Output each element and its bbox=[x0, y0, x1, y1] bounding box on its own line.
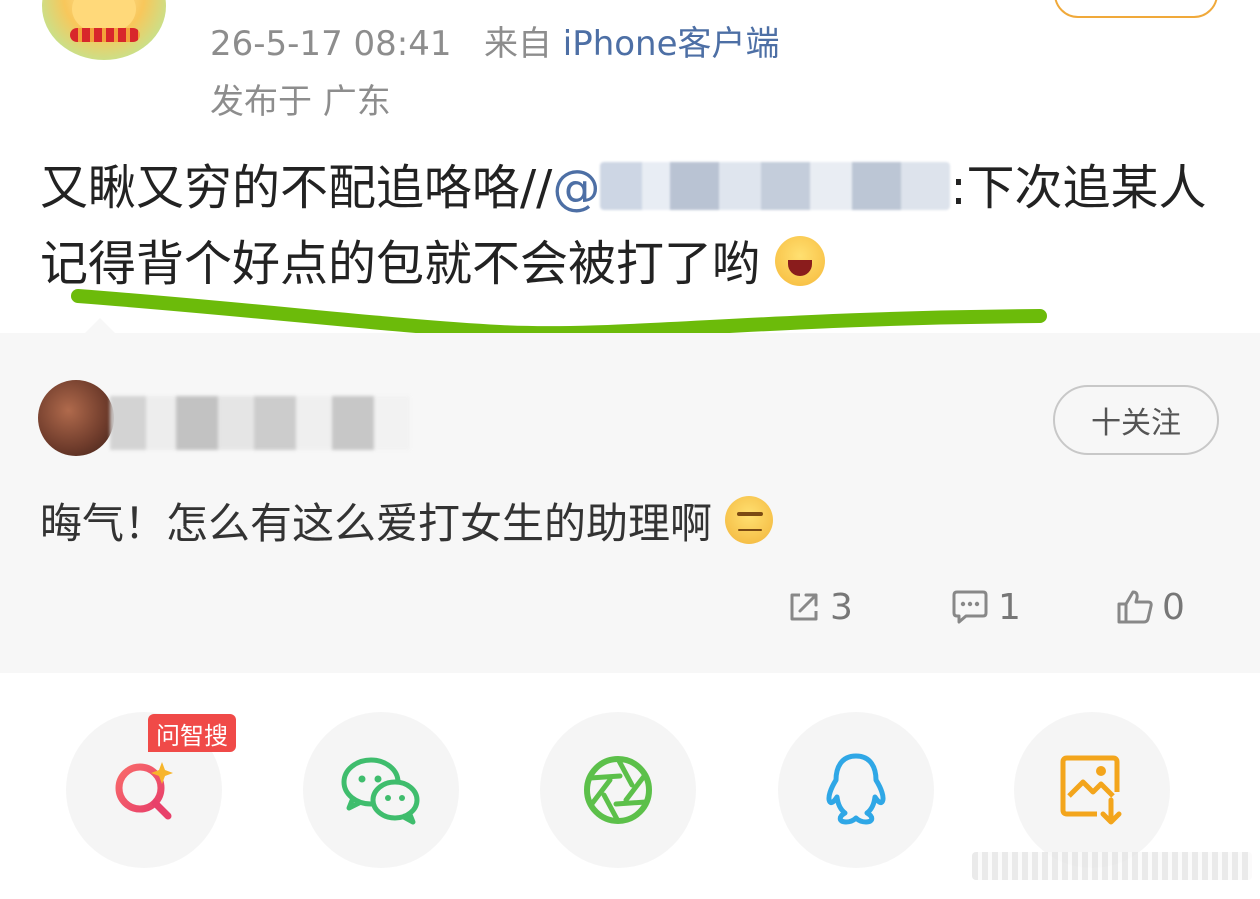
repost-stat[interactable]: 3 bbox=[786, 585, 853, 629]
card-notch bbox=[84, 318, 116, 334]
blurred-username bbox=[600, 162, 951, 210]
watermark bbox=[972, 852, 1252, 880]
save-image-icon bbox=[1060, 755, 1122, 825]
comment-count: 1 bbox=[998, 586, 1021, 628]
qq-share-button[interactable] bbox=[778, 712, 934, 868]
blurred-commenter-name[interactable] bbox=[110, 396, 410, 450]
mention-link[interactable]: @ bbox=[552, 160, 951, 216]
mention-at: @ bbox=[552, 160, 601, 216]
author-avatar[interactable] bbox=[42, 0, 166, 60]
post-location: 发布于 广东 bbox=[210, 82, 391, 122]
thumbs-up-icon bbox=[1117, 590, 1153, 624]
repost-count: 3 bbox=[830, 586, 853, 628]
wechat-icon bbox=[341, 757, 420, 825]
moments-share-button[interactable] bbox=[540, 712, 696, 868]
commenter-avatar[interactable] bbox=[38, 380, 114, 456]
like-count: 0 bbox=[1162, 586, 1185, 628]
comment-stat[interactable]: 1 bbox=[950, 585, 1021, 629]
qq-penguin-icon bbox=[826, 753, 886, 825]
repost-icon bbox=[790, 593, 818, 621]
post-meta: 26-5-17 08:41 来自 iPhone客户端 bbox=[210, 16, 780, 65]
comment-text: 晦气！怎么有这么爱打女生的助理啊 bbox=[40, 499, 713, 548]
avatar-beads bbox=[70, 28, 140, 42]
thinking-emoji-icon bbox=[725, 496, 774, 544]
laugh-emoji-icon bbox=[775, 236, 826, 286]
source-prefix: 来自 bbox=[483, 24, 552, 64]
like-stat[interactable]: 0 bbox=[1116, 585, 1185, 629]
save-image-button[interactable] bbox=[1014, 712, 1170, 868]
smart-search-badge: 问智搜 bbox=[148, 714, 236, 752]
moments-aperture-icon bbox=[584, 756, 652, 824]
comment-icon bbox=[952, 590, 988, 624]
smart-search-icon bbox=[115, 762, 173, 820]
wechat-share-button[interactable] bbox=[303, 712, 459, 868]
repost-comment: 晦气！怎么有这么爱打女生的助理啊 bbox=[40, 490, 774, 551]
post-text-part1: 又瞅又穷的不配追咯咯// bbox=[40, 160, 553, 216]
top-follow-button[interactable] bbox=[1054, 0, 1218, 18]
source-client-link[interactable]: iPhone客户端 bbox=[563, 24, 780, 64]
post-timestamp: 26-5-17 08:41 bbox=[210, 24, 452, 64]
follow-button[interactable]: 十关注 bbox=[1053, 385, 1219, 455]
